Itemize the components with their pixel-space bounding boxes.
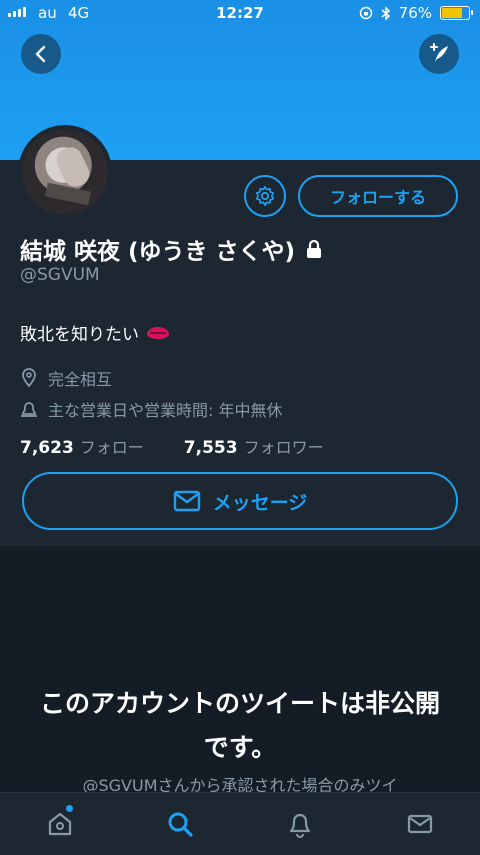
followers-count: 7,553 <box>183 438 238 458</box>
follow-counts: 7,623 フォロー 7,553 フォロワー <box>20 434 324 458</box>
battery-icon <box>440 6 473 20</box>
private-notice-title: このアカウントのツイートは非公開です。 <box>40 689 441 762</box>
battery-percent: 76% <box>398 4 432 22</box>
status-bar: au 4G 12:27 76% <box>0 0 480 26</box>
message-button[interactable]: メッセージ <box>22 472 458 530</box>
profile-business-hours: 主な営業日や営業時間: 年中無休 <box>20 397 282 421</box>
bell-icon <box>21 402 37 417</box>
orientation-lock-icon <box>359 6 372 20</box>
following-count: 7,623 <box>20 438 74 458</box>
followers-link[interactable]: 7,553 フォロワー <box>184 434 324 458</box>
profile-name: 結城 咲夜 (ゆうき さくや) <box>20 232 323 266</box>
display-name: 結城 咲夜 (ゆうき さくや) <box>20 239 296 265</box>
bio-text: 敗北を知りたい <box>20 325 139 345</box>
follow-button[interactable]: フォローする <box>298 175 458 217</box>
compose-tweet-button[interactable] <box>419 34 459 74</box>
avatar[interactable] <box>18 125 112 219</box>
followers-label: フォロワー <box>243 438 324 457</box>
gear-icon <box>255 186 275 206</box>
chevron-left-icon <box>35 45 46 63</box>
back-button[interactable] <box>21 34 61 74</box>
profile-handle: @SGVUM <box>20 265 100 285</box>
notifications-icon <box>289 813 311 838</box>
unread-dot <box>66 805 73 812</box>
following-label: フォロー <box>79 438 144 457</box>
business-hours-text: 主な営業日や営業時間: 年中無休 <box>48 401 283 420</box>
profile-bio: 敗北を知りたい <box>20 320 169 345</box>
profile-location: 完全相互 <box>20 366 112 390</box>
tab-notifications[interactable] <box>240 793 360 855</box>
messages-icon <box>407 814 433 834</box>
tab-messages[interactable] <box>360 793 480 855</box>
tab-search[interactable] <box>120 793 240 855</box>
tab-home[interactable] <box>0 793 120 855</box>
bottom-tab-bar <box>0 792 480 855</box>
following-link[interactable]: 7,623 フォロー <box>20 434 144 458</box>
lips-emoji-icon <box>147 326 169 339</box>
home-icon <box>48 812 72 836</box>
location-pin-icon <box>22 368 36 388</box>
search-icon <box>168 812 193 837</box>
lock-icon <box>307 239 322 258</box>
profile-settings-button[interactable] <box>244 175 286 217</box>
envelope-icon <box>173 490 200 512</box>
location-text: 完全相互 <box>48 370 113 389</box>
compose-tweet-icon <box>430 43 448 62</box>
message-button-label: メッセージ <box>212 491 308 514</box>
bluetooth-icon <box>381 5 390 21</box>
